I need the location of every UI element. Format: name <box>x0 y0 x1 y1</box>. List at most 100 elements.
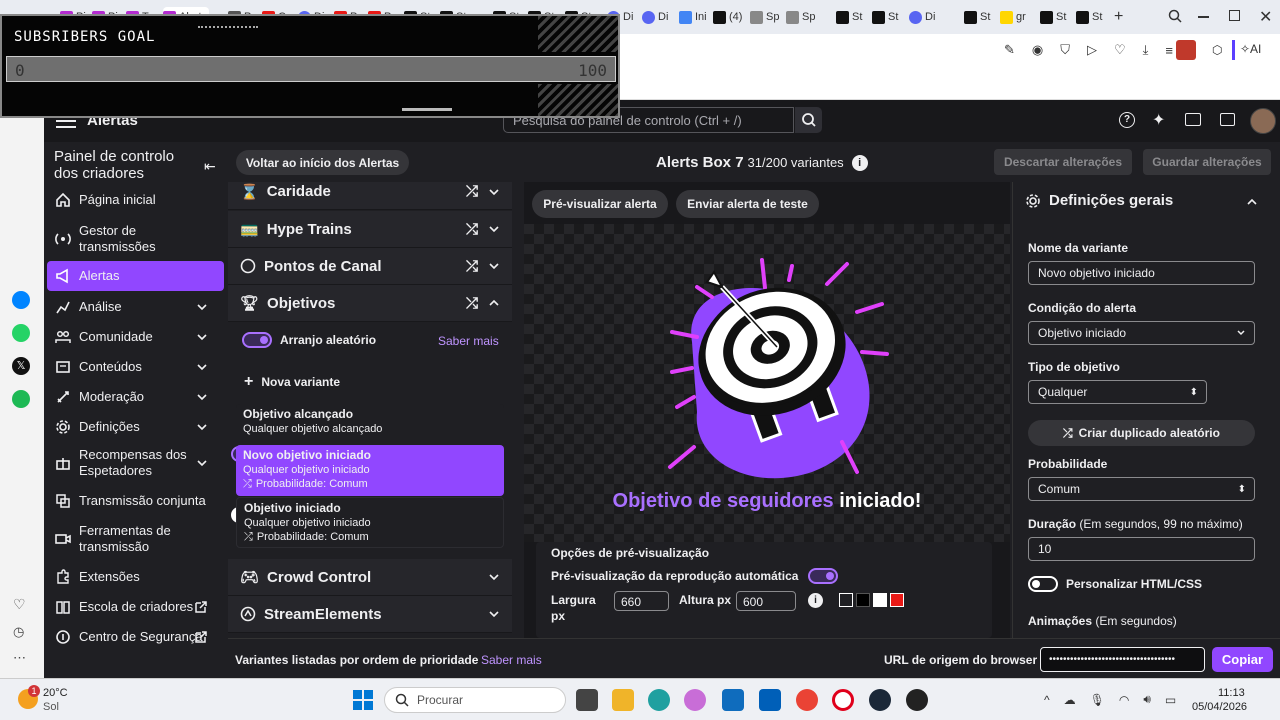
height-input[interactable]: 600 <box>736 591 796 611</box>
sidebar-item-collab-stream[interactable]: Transmissão conjunta <box>47 491 224 511</box>
steam-icon[interactable] <box>869 689 891 711</box>
inbox-icon[interactable] <box>1185 113 1201 126</box>
sidebar-item-safety-center[interactable]: Centro de Segurança <box>47 627 224 647</box>
chevron-down-icon[interactable] <box>488 223 500 235</box>
shuffle-icon[interactable]: ⤮ <box>466 221 478 238</box>
download-icon[interactable]: ⤓ <box>1143 42 1149 58</box>
browser-tab[interactable]: St <box>1040 7 1070 27</box>
more-icon[interactable]: ⋯ <box>13 650 26 666</box>
whispers-icon[interactable] <box>1220 113 1235 126</box>
sidebar-item-viewer-rewards[interactable]: Recompensas dos Espetadores <box>47 446 224 480</box>
microphone-icon[interactable]: 🎙︎ <box>1090 693 1105 707</box>
browser-tab[interactable]: St <box>872 7 902 27</box>
store-icon[interactable] <box>759 689 781 711</box>
chevron-up-icon[interactable]: ^ <box>1044 693 1050 707</box>
x-twitter-icon[interactable]: 𝕏 <box>12 357 30 375</box>
swatch-white[interactable] <box>873 593 887 607</box>
heart-icon[interactable]: ♡ <box>1114 42 1126 58</box>
edge-icon[interactable] <box>648 689 670 711</box>
preview-alert-tab[interactable]: Pré-visualizar alerta <box>532 190 668 218</box>
copilot-icon[interactable] <box>684 689 706 711</box>
sidebar-item-extensions[interactable]: Extensões <box>47 567 224 587</box>
sidebar-item-stream-tools[interactable]: Ferramentas de transmissão <box>47 522 224 556</box>
sidebar-item-moderation[interactable]: Moderação <box>47 387 224 407</box>
back-to-alerts-button[interactable]: Voltar ao início dos Alertas <box>236 150 409 175</box>
discard-changes-button[interactable]: Descartar alterações <box>994 149 1132 175</box>
probability-select[interactable]: Comum ⬍ <box>1028 477 1255 501</box>
browser-tab[interactable]: Ini <box>679 7 709 27</box>
browser-tab[interactable]: Di <box>909 7 939 27</box>
chevron-up-icon[interactable] <box>1246 196 1258 208</box>
width-input[interactable]: 660 <box>614 591 669 611</box>
custom-html-toggle[interactable] <box>1028 576 1058 592</box>
variant-name-input[interactable]: Novo objetivo iniciado <box>1028 261 1255 285</box>
chevron-down-icon[interactable] <box>488 186 500 198</box>
taskbar-search[interactable]: Procurar <box>384 687 566 713</box>
chevron-down-icon[interactable] <box>488 571 500 583</box>
sidebar-item-alerts[interactable]: Alertas <box>47 261 224 291</box>
browser-tab[interactable]: Sp <box>786 7 816 27</box>
duration-input[interactable]: 10 <box>1028 537 1255 561</box>
category-charity[interactable]: ⌛ Caridade ⤮ <box>228 182 512 210</box>
ai-button[interactable]: ✧AI <box>1240 42 1261 56</box>
shuffle-icon[interactable]: ⤮ <box>466 183 478 200</box>
profile-avatar[interactable] <box>1176 40 1196 60</box>
sidebar-item-creator-camp[interactable]: Escola de criadores <box>47 597 224 617</box>
close-window-icon[interactable]: ✕ <box>1259 7 1272 27</box>
general-settings-header[interactable]: Definições gerais <box>1025 192 1173 209</box>
sidebar-item-stream-manager[interactable]: Gestor de transmissões <box>47 222 224 256</box>
help-icon[interactable]: ? <box>1119 112 1135 128</box>
file-explorer-icon[interactable] <box>612 689 634 711</box>
swatch-black[interactable] <box>856 593 870 607</box>
browser-tab[interactable]: St <box>836 7 866 27</box>
maximize-icon[interactable] <box>1229 10 1240 21</box>
edit-icon[interactable]: ✎ <box>1004 42 1015 58</box>
chevron-up-icon[interactable] <box>488 297 500 309</box>
collapse-sidebar-icon[interactable]: ⇤ <box>204 158 216 175</box>
swatch-dark[interactable] <box>839 593 853 607</box>
learn-more-link[interactable]: Saber mais <box>438 334 499 348</box>
category-streamelements[interactable]: StreamElements <box>228 596 512 633</box>
obs-icon[interactable] <box>906 689 928 711</box>
sidebar-item-home[interactable]: Página inicial <box>47 190 224 210</box>
shuffle-icon[interactable]: ⤮ <box>466 295 478 312</box>
wifi-icon[interactable]: ◠ <box>1119 693 1129 707</box>
battery-icon[interactable]: ▭ <box>1165 693 1176 707</box>
browser-tab[interactable]: (4) <box>713 7 743 27</box>
minimize-icon[interactable] <box>1198 16 1209 18</box>
new-variant-button[interactable]: + Nova variante <box>244 373 340 391</box>
search-button[interactable] <box>795 107 822 133</box>
opera-icon[interactable] <box>832 689 854 711</box>
save-changes-button[interactable]: Guardar alterações <box>1143 149 1271 175</box>
browser-tab[interactable]: gr <box>1000 7 1030 27</box>
menu-icon[interactable]: ≡ <box>1165 43 1173 58</box>
outlook-icon[interactable] <box>722 689 744 711</box>
user-avatar[interactable] <box>1250 108 1276 134</box>
copy-url-button[interactable]: Copiar <box>1212 647 1273 672</box>
heart-icon[interactable]: ♡ <box>13 596 26 613</box>
messenger-icon[interactable] <box>12 291 30 309</box>
whatsapp-icon[interactable] <box>12 324 30 342</box>
random-arrangement-toggle[interactable] <box>242 332 272 348</box>
browser-tab[interactable]: Di <box>642 7 672 27</box>
sidebar-item-content[interactable]: Conteúdos <box>47 357 224 377</box>
sidebar-item-community[interactable]: Comunidade <box>47 327 224 347</box>
cloud-icon[interactable]: ☁ <box>1064 693 1076 707</box>
variant-item-selected[interactable]: Novo objetivo iniciado Qualquer objetivo… <box>231 445 504 523</box>
category-goals[interactable]: 🏆︎ Objetivos ⤮ <box>228 285 512 322</box>
info-icon[interactable]: i <box>851 154 868 171</box>
info-icon[interactable]: i <box>808 593 823 608</box>
category-hype-trains[interactable]: 🚃 Hype Trains ⤮ <box>228 211 512 248</box>
learn-more-link[interactable]: Saber mais <box>481 653 542 667</box>
shield-icon[interactable]: ⛉ <box>1060 42 1070 58</box>
variant-item[interactable]: Objetivo iniciado Qualquer objetivo inic… <box>232 497 504 576</box>
shuffle-icon[interactable]: ⤮ <box>466 258 478 275</box>
sidebar-item-analytics[interactable]: Análise <box>47 297 224 317</box>
swatch-red[interactable] <box>890 593 904 607</box>
chevron-down-icon[interactable] <box>488 260 500 272</box>
search-tabs-icon[interactable] <box>1168 9 1182 23</box>
create-random-duplicate-button[interactable]: ⤮ Criar duplicado aleatório <box>1028 420 1255 446</box>
autoplay-toggle[interactable] <box>808 568 839 584</box>
play-icon[interactable]: ▷ <box>1087 42 1097 58</box>
spotify-icon[interactable] <box>12 390 30 408</box>
